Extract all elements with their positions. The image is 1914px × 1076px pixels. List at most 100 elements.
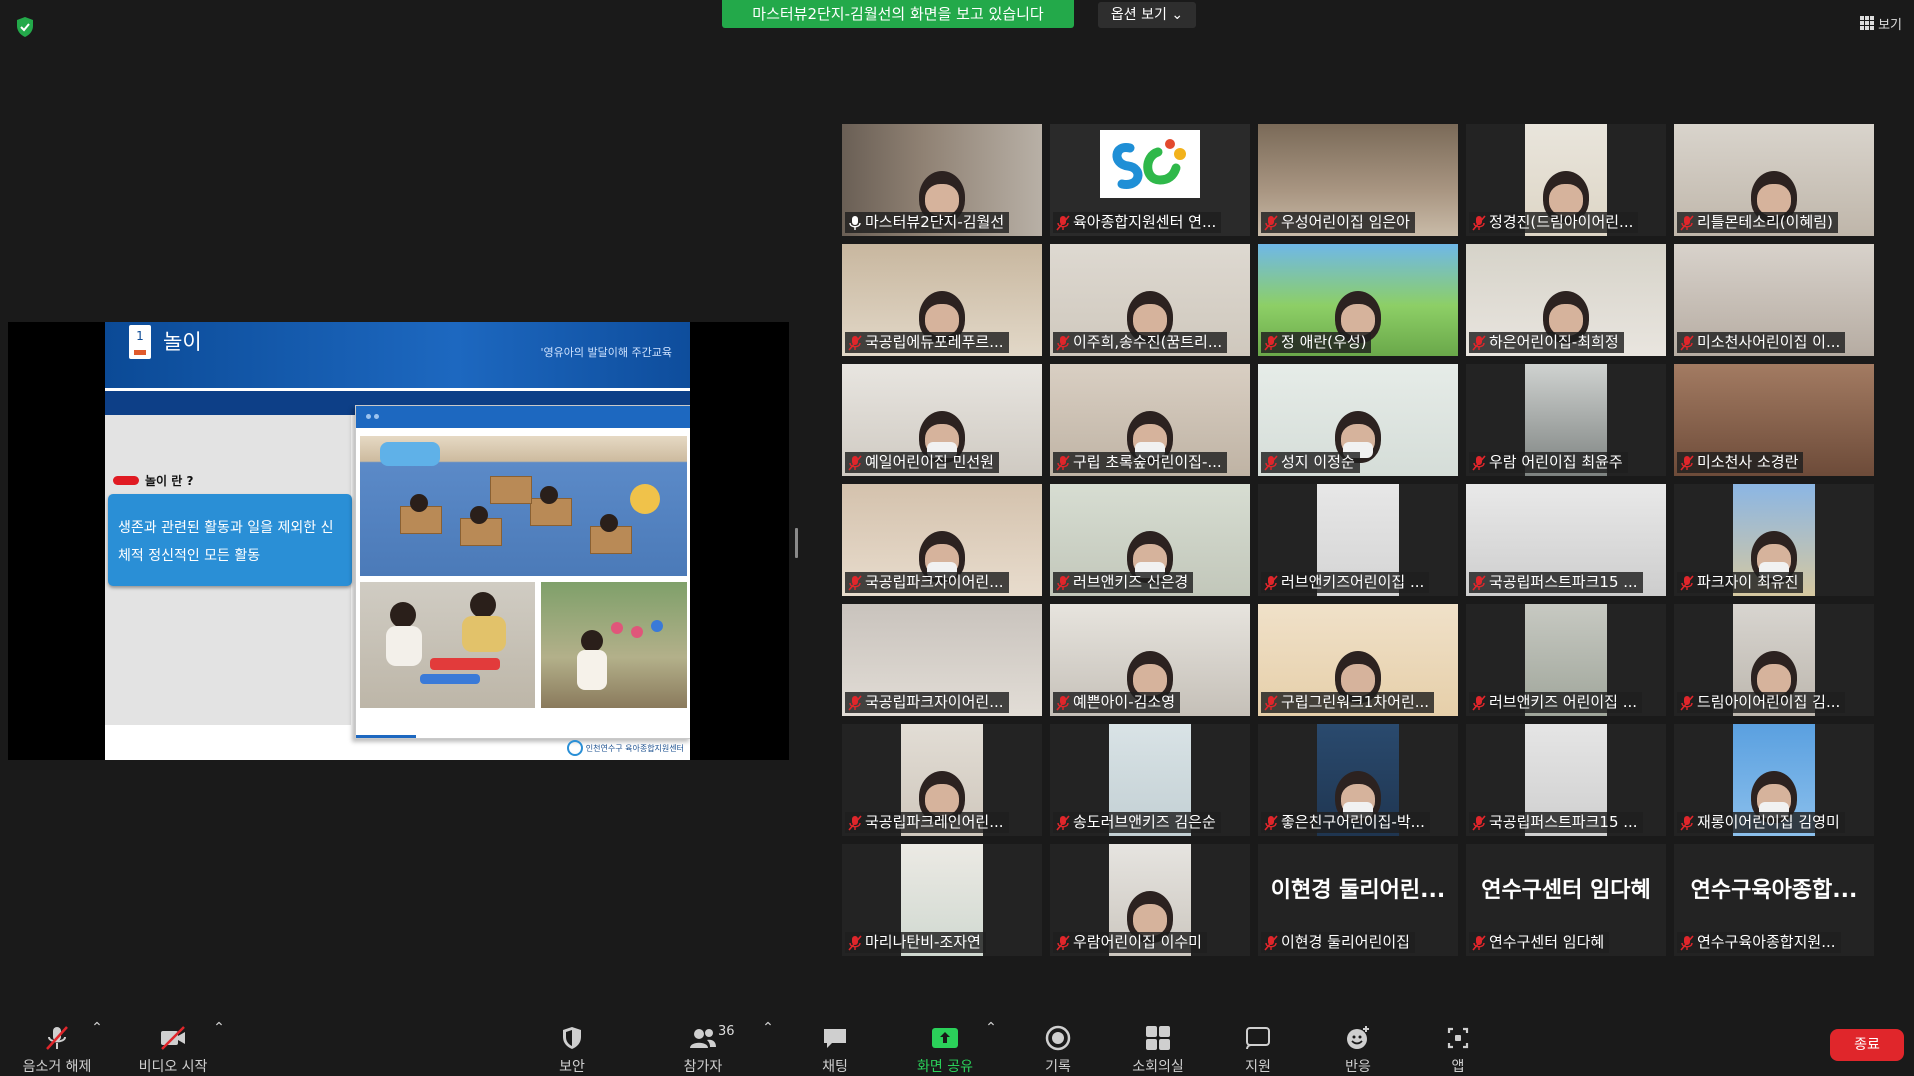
participant-tile[interactable]: 성지 이정순	[1258, 364, 1458, 476]
participants-icon	[690, 1029, 716, 1048]
mic-muted-icon	[1056, 454, 1070, 471]
participant-tile[interactable]: 미소천사 소경란	[1674, 364, 1874, 476]
share-options-caret[interactable]: ⌃	[985, 1020, 997, 1076]
participant-tile[interactable]: 국공립퍼스트파크15 ...	[1466, 724, 1666, 836]
participant-tile[interactable]: 리틀몬테소리(이혜림)	[1674, 124, 1874, 236]
participant-name-display: 연수구육아종합...	[1690, 878, 1858, 903]
participant-tile[interactable]: 송도러브앤키즈 김은순	[1050, 724, 1250, 836]
participant-tile[interactable]: 미소천사어린이집 이...	[1674, 244, 1874, 356]
smiley-plus-icon	[1347, 1026, 1369, 1049]
participant-tile[interactable]: 연수구육아종합... 연수구육아종합지원...	[1674, 844, 1874, 956]
participant-tile[interactable]: 정 애란(우성)	[1258, 244, 1458, 356]
participant-name: 육아종합지원센터 연...	[1073, 213, 1217, 231]
participant-tile[interactable]: 구립 초록숲어린이집-...	[1050, 364, 1250, 476]
participant-label: 미소천사 소경란	[1677, 452, 1804, 473]
chat-button[interactable]: 채팅	[790, 1020, 880, 1076]
start-video-button[interactable]: 비디오 시작	[128, 1020, 218, 1076]
panel-splitter[interactable]	[795, 528, 798, 558]
participant-tile[interactable]: 국공립파크자이어린...	[842, 604, 1042, 716]
participant-tile[interactable]: 이현경 둘리어린... 이현경 둘리어린이집	[1258, 844, 1458, 956]
participant-label: 러브앤키즈 신은경	[1053, 572, 1194, 593]
participant-label: 예쁜아이-김소영	[1053, 692, 1181, 713]
participant-name: 국공립에듀포레푸르...	[865, 333, 1004, 351]
participant-tile[interactable]: 드림아이어린이집 김...	[1674, 604, 1874, 716]
participant-tile[interactable]: 마리나탄비-조자연	[842, 844, 1042, 956]
participant-tile[interactable]: 정경진(드림아이어린...	[1466, 124, 1666, 236]
mic-muted-icon	[1680, 934, 1694, 951]
view-options-dropdown[interactable]: 옵션 보기 ⌄	[1098, 2, 1196, 28]
meeting-toolbar: 음소거 해제 ⌃ 비디오 시작 ⌃ 보안 36 참가자 ⌃ 채팅 화면 공유 ⌃…	[0, 1016, 1914, 1076]
video-options-caret[interactable]: ⌃	[213, 1020, 225, 1076]
security-button[interactable]: 보안	[527, 1020, 617, 1076]
shield-check-icon[interactable]	[14, 16, 36, 38]
video-off-icon	[161, 1026, 185, 1050]
reactions-button[interactable]: 반응	[1313, 1020, 1403, 1076]
participant-tile[interactable]: 재롱이어린이집 김영미	[1674, 724, 1874, 836]
participant-tile[interactable]: 러브앤키즈어린이집 ...	[1258, 484, 1458, 596]
definition-text: 생존과 관련된 활동과 일을 제외한 신체적 정신적인 모든 활동	[118, 520, 334, 564]
participant-name: 국공립퍼스트파크15 ...	[1489, 573, 1638, 591]
participant-tile[interactable]: 파크자이 최유진	[1674, 484, 1874, 596]
slide-number: 1	[129, 325, 151, 359]
participant-tile[interactable]: 마스터뷰2단지-김월선	[842, 124, 1042, 236]
mic-muted-icon	[848, 694, 862, 711]
participant-name: 마스터뷰2단지-김월선	[865, 213, 1005, 231]
share-screen-button[interactable]: 화면 공유	[900, 1020, 990, 1076]
mic-muted-icon	[1264, 214, 1278, 231]
participant-name: 미소천사어린이집 이...	[1697, 333, 1841, 351]
participant-name: 드림아이어린이집 김...	[1697, 693, 1841, 711]
security-label: 보안	[559, 1059, 585, 1075]
chat-bubble-icon	[824, 1029, 846, 1048]
audio-options-caret[interactable]: ⌃	[91, 1020, 103, 1076]
participant-label: 국공립파크자이어린...	[845, 692, 1009, 713]
participant-tile[interactable]: 육아종합지원센터 연...	[1050, 124, 1250, 236]
center-logo-icon	[1100, 130, 1200, 198]
view-button[interactable]: 보기	[1860, 12, 1902, 34]
participant-label: 리틀몬테소리(이혜림)	[1677, 212, 1838, 233]
photo-frame-bar	[356, 406, 690, 428]
end-meeting-button[interactable]: 종료	[1830, 1029, 1904, 1061]
participants-button[interactable]: 36 참가자	[658, 1020, 748, 1076]
participant-tile[interactable]: 러브앤키즈 어린이집 ...	[1466, 604, 1666, 716]
mic-muted-icon	[848, 814, 862, 831]
mic-muted-icon	[848, 934, 862, 951]
participant-tile[interactable]: 좋은친구어린이집-박...	[1258, 724, 1458, 836]
center-logo: 인천연수구 육아종합지원센터	[566, 740, 684, 756]
participant-name: 예일어린이집 민선원	[865, 453, 994, 471]
participant-tile[interactable]: 국공립에듀포레푸르...	[842, 244, 1042, 356]
children-play-photo	[360, 582, 535, 708]
participant-name: 국공립파크자이어린...	[865, 573, 1004, 591]
participant-tile[interactable]: 하은어린이집-최희정	[1466, 244, 1666, 356]
shared-screen[interactable]: 1 놀이 '영유아의 발달이해 주간교육 놀이 란 ? 생존과 관련된 활동과 …	[8, 322, 789, 760]
participant-tile[interactable]: 국공립파크레인어린...	[842, 724, 1042, 836]
participant-name: 미소천사 소경란	[1697, 453, 1799, 471]
breakout-rooms-icon	[1146, 1026, 1170, 1050]
participant-tile[interactable]: 예쁜아이-김소영	[1050, 604, 1250, 716]
slide-keyword-text: 놀이 란 ?	[145, 474, 194, 488]
breakout-rooms-button[interactable]: 소회의실	[1113, 1020, 1203, 1076]
participant-tile[interactable]: 이주희,송수진(꿈트리...	[1050, 244, 1250, 356]
reactions-label: 반응	[1345, 1059, 1371, 1075]
participant-name: 우람어린이집 이수미	[1073, 933, 1202, 951]
participant-name: 정경진(드림아이어린...	[1489, 213, 1634, 231]
participant-label: 육아종합지원센터 연...	[1053, 212, 1222, 233]
participant-tile[interactable]: 우람 어린이집 최윤주	[1466, 364, 1666, 476]
participant-name: 우람 어린이집 최윤주	[1489, 453, 1623, 471]
record-button[interactable]: 기록	[1013, 1020, 1103, 1076]
participant-tile[interactable]: 국공립파크자이어린...	[842, 484, 1042, 596]
mic-muted-icon	[1680, 334, 1694, 351]
participant-label: 성지 이정순	[1261, 452, 1360, 473]
share-screen-label: 화면 공유	[917, 1059, 973, 1075]
participant-tile[interactable]: 구립그린워크1차어린...	[1258, 604, 1458, 716]
unmute-button[interactable]: 음소거 해제	[12, 1020, 102, 1076]
participants-options-caret[interactable]: ⌃	[762, 1020, 774, 1076]
slide-title: 놀이	[163, 330, 202, 354]
participant-tile[interactable]: 러브앤키즈 신은경	[1050, 484, 1250, 596]
support-button[interactable]: 지원	[1213, 1020, 1303, 1076]
participant-tile[interactable]: 우성어린이집 임은아	[1258, 124, 1458, 236]
participant-tile[interactable]: 국공립퍼스트파크15 ...	[1466, 484, 1666, 596]
participant-tile[interactable]: 우람어린이집 이수미	[1050, 844, 1250, 956]
participant-tile[interactable]: 연수구센터 임다혜 연수구센터 임다혜	[1466, 844, 1666, 956]
apps-button[interactable]: 앱	[1413, 1020, 1503, 1076]
participant-tile[interactable]: 예일어린이집 민선원	[842, 364, 1042, 476]
